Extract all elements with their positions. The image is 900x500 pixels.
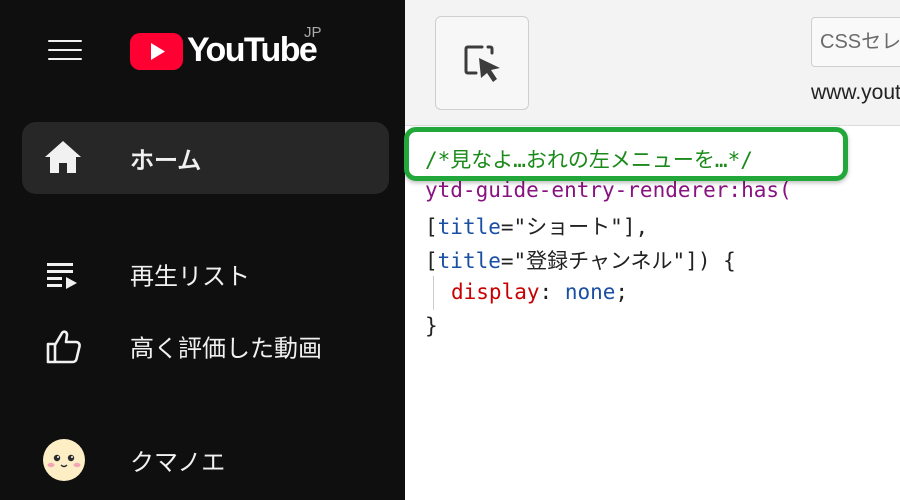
sidebar-item-channel[interactable]: クマノエ bbox=[22, 424, 389, 496]
sidebar-item-label: クマノエ bbox=[130, 448, 226, 477]
youtube-play-logo-icon bbox=[130, 33, 183, 70]
origin-url-text: www.yout bbox=[811, 81, 900, 104]
css-selector-attr-line: [title="登録チャンネル"]) { bbox=[425, 249, 736, 273]
sidebar-item-label: ホーム bbox=[130, 146, 202, 175]
logo-region-code: JP bbox=[304, 24, 322, 41]
sidebar-item-liked-videos[interactable]: 高く評価した動画 bbox=[22, 310, 389, 382]
select-element-icon bbox=[464, 45, 500, 82]
css-selector-attr-line: [title="ショート"], bbox=[425, 215, 649, 239]
inspect-element-button[interactable] bbox=[435, 16, 529, 110]
sidebar-item-home[interactable]: ホーム bbox=[22, 122, 389, 194]
css-declaration: display: none; bbox=[451, 280, 629, 304]
css-selector-input[interactable] bbox=[811, 17, 900, 67]
css-comment: /*見なよ…おれの左メニューを…*/ bbox=[425, 148, 753, 172]
indent-guide bbox=[433, 276, 434, 310]
sidebar-item-label: 再生リスト bbox=[130, 262, 250, 291]
youtube-sidebar: YouTube JP ホーム 再生リスト 高く評価した動画 クマノエ bbox=[0, 0, 405, 500]
logo-text: YouTube bbox=[187, 31, 318, 69]
css-code-editor[interactable]: /*見なよ…おれの左メニューを…*/ ytd-guide-entry-rende… bbox=[405, 126, 900, 500]
thumbs-up-icon bbox=[46, 330, 81, 364]
devtools-panel: www.yout /*見なよ…おれの左メニューを…*/ ytd-guide-en… bbox=[405, 0, 900, 500]
avatar bbox=[43, 439, 85, 481]
home-icon bbox=[45, 141, 81, 173]
devtools-toolbar: www.yout bbox=[405, 0, 900, 126]
sidebar-item-playlists[interactable]: 再生リスト bbox=[22, 238, 389, 310]
playlist-icon bbox=[47, 263, 77, 289]
menu-icon[interactable] bbox=[48, 36, 82, 64]
sidebar-item-label: 高く評価した動画 bbox=[130, 334, 322, 363]
css-closing-brace: } bbox=[425, 314, 438, 338]
css-selector: ytd-guide-entry-renderer:has( bbox=[425, 178, 792, 202]
